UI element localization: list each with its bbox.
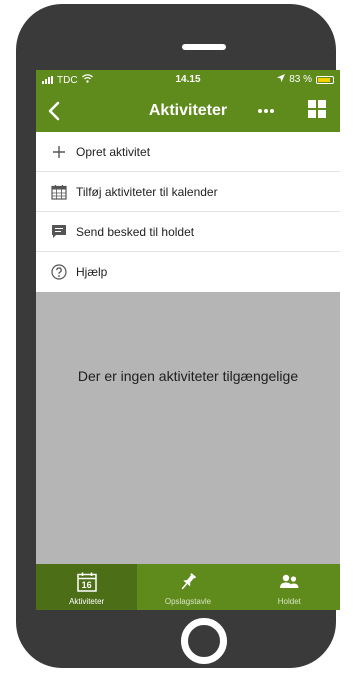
grid-view-button[interactable] <box>308 100 326 118</box>
nav-bar: Aktiviteter <box>36 90 340 132</box>
tab-board[interactable]: Opslagstavle <box>137 564 239 610</box>
message-icon <box>46 224 72 239</box>
app-screen: TDC 14.15 83 % Aktiviteter Opret aktivit… <box>36 70 340 610</box>
grid-icon-cell <box>318 110 326 118</box>
tab-label: Aktiviteter <box>69 597 105 606</box>
pin-icon <box>137 570 238 594</box>
phone-speaker <box>182 44 226 50</box>
tab-activities[interactable]: 16 Aktiviteter <box>36 564 138 610</box>
tab-team[interactable]: Holdet <box>238 564 340 610</box>
home-button[interactable] <box>181 618 227 664</box>
battery-percent: 83 % <box>289 74 312 85</box>
calendar-icon: 16 <box>36 570 137 594</box>
more-dots-icon <box>258 109 274 113</box>
empty-state-message: Der er ingen aktiviteter tilgængelige <box>77 368 299 384</box>
menu-item-label: Send besked til holdet <box>76 224 195 239</box>
status-bar: TDC 14.15 83 % <box>36 70 340 90</box>
grid-icon-cell <box>318 100 326 108</box>
grid-icon-cell <box>308 110 316 118</box>
calendar-grid-icon <box>46 184 72 200</box>
help-icon <box>46 263 72 280</box>
grid-icon-cell <box>308 100 316 108</box>
page-title: Aktiviteter <box>148 102 228 119</box>
calendar-day-number: 16 <box>81 580 92 590</box>
team-icon <box>239 570 340 594</box>
plus-icon <box>46 145 72 159</box>
tab-label: Holdet <box>277 597 301 606</box>
battery-icon <box>316 75 334 84</box>
location-arrow-icon <box>277 74 286 85</box>
menu-item-label: Tilføj aktiviteter til kalender <box>76 184 218 199</box>
menu-item-add-to-calendar[interactable]: Tilføj aktiviteter til kalender <box>36 172 340 212</box>
menu-item-help[interactable]: Hjælp <box>36 252 340 291</box>
more-button[interactable] <box>256 98 276 122</box>
status-right: 83 % <box>277 74 334 85</box>
menu-item-create-activity[interactable]: Opret aktivitet <box>36 132 340 172</box>
action-menu: Opret aktivitet Tilføj aktiviteter til k… <box>36 132 340 291</box>
menu-item-label: Opret aktivitet <box>76 144 151 159</box>
menu-item-send-message[interactable]: Send besked til holdet <box>36 212 340 252</box>
tab-label: Opslagstavle <box>164 597 212 606</box>
tab-bar: 16 Aktiviteter Opslagstavle Holdet <box>36 564 340 610</box>
empty-state: Der er ingen aktiviteter tilgængelige <box>36 292 340 564</box>
menu-item-label: Hjælp <box>76 264 108 279</box>
